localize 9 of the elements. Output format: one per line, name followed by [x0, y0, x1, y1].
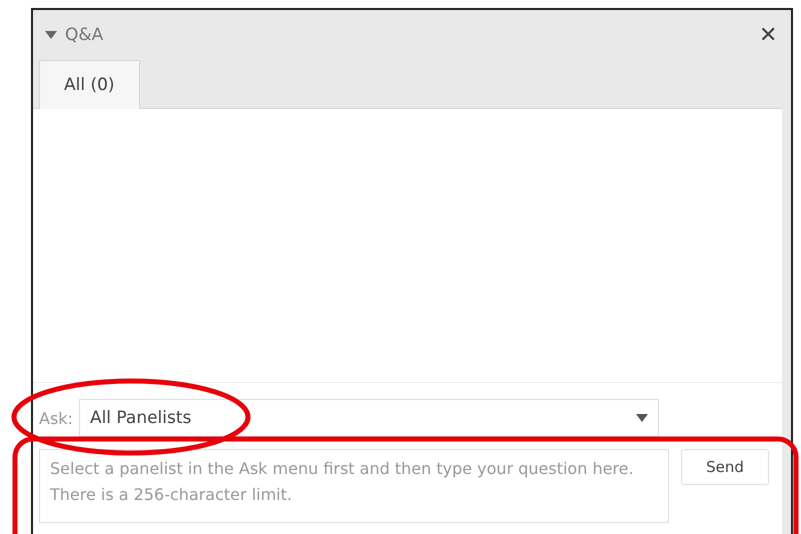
question-field[interactable]: Select a panelist in the Ask menu first and then type your question here. There is a 256-character limit.: [39, 449, 669, 523]
send-button[interactable]: Send: [681, 449, 769, 485]
ask-dropdown[interactable]: All Panelists: [78, 399, 659, 437]
collapse-icon[interactable]: [45, 30, 57, 40]
close-button[interactable]: ✕: [755, 24, 781, 46]
tab[interactable]: All (0): [39, 60, 140, 109]
panel-title: Q&A: [65, 25, 104, 45]
ask-label: Ask:: [39, 408, 73, 428]
caret-icon: [636, 414, 648, 422]
